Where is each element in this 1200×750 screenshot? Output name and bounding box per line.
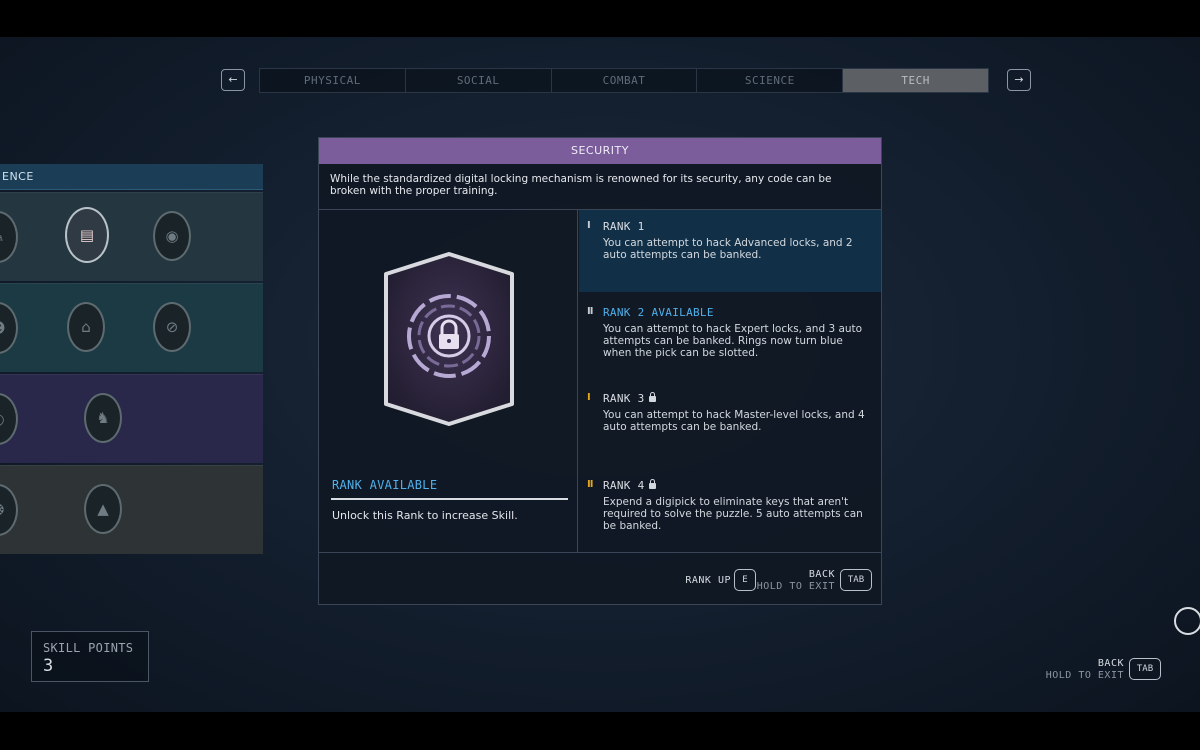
skill-tree-row-2: ☻ ⌂ ⊘	[0, 283, 263, 372]
rank-1-text: You can attempt to hack Advanced locks, …	[603, 237, 853, 261]
document-icon[interactable]: ▤	[65, 207, 109, 263]
terminal-icon[interactable]: ⌂	[67, 302, 105, 352]
rank-status-divider	[331, 498, 568, 500]
rank-4[interactable]: II RANK 4 Expend a digipick to eliminate…	[579, 469, 881, 551]
letterbox-bottom	[0, 712, 1200, 750]
creature-icon[interactable]: ♞	[84, 393, 122, 443]
rank-2[interactable]: II RANK 2 AVAILABLE You can attempt to h…	[579, 296, 881, 378]
rank-3-text: You can attempt to hack Master-level loc…	[603, 409, 865, 433]
hold-to-exit-label: HOLD TO EXIT	[756, 581, 835, 592]
skill-tree: ENCE ✎ ▤ ◉ ☻ ⌂ ⊘ ◐ ♞ ❂ ▲	[0, 164, 263, 554]
rank-3-header: RANK 3	[603, 392, 873, 406]
skill-tree-row-3: ◐ ♞	[0, 374, 263, 463]
arrow-left-icon[interactable]: ←	[221, 69, 245, 91]
category-tabs: PHYSICAL SOCIAL COMBAT SCIENCE TECH	[259, 68, 989, 93]
rank-1[interactable]: I RANK 1 You can attempt to hack Advance…	[579, 210, 881, 292]
rank-4-title: RANK 4	[603, 479, 645, 492]
lock-icon	[648, 392, 656, 402]
skills-screen: ← PHYSICAL SOCIAL COMBAT SCIENCE TECH → …	[0, 37, 1200, 712]
rank-3[interactable]: I RANK 3 You can attempt to hack Master-…	[579, 382, 881, 464]
screen-back-label: BACK	[1097, 658, 1124, 669]
back-label: BACK	[808, 569, 835, 580]
skill-tree-row-4: ❂ ▲	[0, 465, 263, 554]
skill-tree-header: ENCE	[0, 164, 263, 190]
rank-2-text: You can attempt to hack Expert locks, an…	[603, 323, 863, 359]
skill-tree-row-1: ✎ ▤ ◉	[0, 192, 263, 281]
panel-footer: RANK UP E BACK HOLD TO EXIT TAB	[319, 552, 881, 604]
rank-status-hint: Unlock this Rank to increase Skill.	[332, 509, 518, 522]
back-button[interactable]: TAB	[840, 569, 872, 591]
skill-badge-area: RANK AVAILABLE Unlock this Rank to incre…	[319, 210, 578, 552]
rank-4-header: RANK 4	[603, 479, 873, 493]
lock-icon	[648, 479, 656, 489]
letterbox-top	[0, 0, 1200, 37]
rank-4-marks: II	[587, 479, 594, 490]
no-entry-icon[interactable]: ⊘	[153, 302, 191, 352]
skill-detail-panel: SECURITY While the standardized digital …	[318, 137, 882, 605]
skill-description: While the standardized digital locking m…	[319, 164, 881, 210]
skill-title: SECURITY	[319, 138, 881, 164]
rank-4-text: Expend a digipick to eliminate keys that…	[603, 496, 863, 532]
rank-3-marks: I	[587, 392, 591, 403]
rank-up-label: RANK UP	[685, 575, 731, 586]
rank-2-marks: II	[587, 306, 594, 317]
tab-physical[interactable]: PHYSICAL	[260, 69, 406, 92]
arrow-right-icon[interactable]: →	[1007, 69, 1031, 91]
rank-list: I RANK 1 You can attempt to hack Advance…	[579, 210, 881, 552]
rank-1-marks: I	[587, 220, 591, 231]
skill-points-value: 3	[43, 656, 54, 676]
screen-hold-to-exit-label: HOLD TO EXIT	[1045, 670, 1124, 681]
padlock-icon	[384, 252, 514, 426]
tab-tech[interactable]: TECH	[843, 69, 988, 92]
screen-back-button[interactable]: TAB	[1129, 658, 1161, 680]
rank-2-title: RANK 2 AVAILABLE	[603, 306, 714, 319]
rank-status-label: RANK AVAILABLE	[332, 478, 438, 492]
skill-points-label: SKILL POINTS	[43, 641, 134, 655]
compass-icon[interactable]: ▲	[84, 484, 122, 534]
tab-science[interactable]: SCIENCE	[697, 69, 844, 92]
tab-social[interactable]: SOCIAL	[406, 69, 552, 92]
wrench-icon[interactable]: ✎	[0, 211, 18, 263]
circuit-icon[interactable]: ❂	[0, 484, 18, 536]
planet-icon[interactable]: ◐	[0, 393, 18, 445]
skill-points-box: SKILL POINTS 3	[31, 631, 149, 682]
robot-icon[interactable]: ☻	[0, 302, 18, 354]
signal-icon[interactable]: ◉	[153, 211, 191, 261]
tab-combat[interactable]: COMBAT	[552, 69, 698, 92]
rank-1-title: RANK 1	[603, 220, 645, 233]
cursor-ring	[1174, 607, 1200, 635]
rank-3-title: RANK 3	[603, 392, 645, 405]
